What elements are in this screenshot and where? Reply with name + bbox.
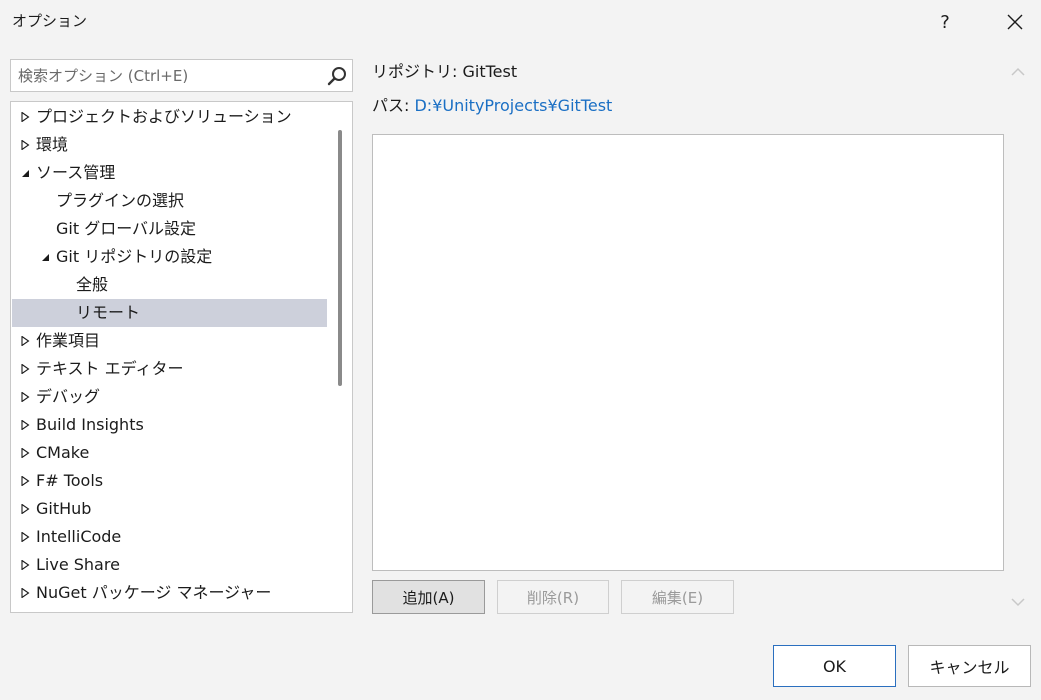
chevron-down-icon[interactable] bbox=[1010, 596, 1026, 608]
tree-item[interactable]: NuGet パッケージ マネージャー bbox=[12, 579, 327, 607]
tree-item-label: プロジェクトおよびソリューション bbox=[36, 107, 292, 126]
remote-list[interactable] bbox=[372, 134, 1004, 571]
tree-item-label: デバッグ bbox=[36, 387, 101, 406]
triangle-right-outline-icon[interactable] bbox=[20, 448, 30, 458]
tree-item[interactable]: GitHub bbox=[12, 495, 327, 523]
tree-scrollbar-thumb[interactable] bbox=[338, 130, 342, 386]
tree-item[interactable]: IntelliCode bbox=[12, 523, 327, 551]
search-box bbox=[10, 59, 353, 92]
window-title: オプション bbox=[12, 12, 88, 30]
triangle-right-outline-icon[interactable] bbox=[20, 140, 30, 150]
path-link[interactable]: D:¥UnityProjects¥GitTest bbox=[414, 96, 612, 115]
tree-item-label: Git リポジトリの設定 bbox=[56, 247, 213, 266]
edit-button[interactable]: 編集(E) bbox=[621, 580, 734, 614]
tree-item[interactable]: ソース管理 bbox=[12, 159, 327, 187]
tree-item[interactable]: プロジェクトおよびソリューション bbox=[12, 103, 327, 131]
tree-item-label: F# Tools bbox=[36, 471, 104, 490]
triangle-right-outline-icon[interactable] bbox=[20, 560, 30, 570]
search-input[interactable] bbox=[11, 60, 321, 91]
triangle-right-outline-icon[interactable] bbox=[20, 364, 30, 374]
triangle-right-outline-icon[interactable] bbox=[20, 476, 30, 486]
path-label: パス: bbox=[372, 96, 415, 115]
tree-item[interactable]: Live Share bbox=[12, 551, 327, 579]
tree-item[interactable]: 作業項目 bbox=[12, 327, 327, 355]
tree-item-label: リモート bbox=[76, 303, 141, 322]
triangle-right-outline-icon[interactable] bbox=[20, 420, 30, 430]
triangle-right-outline-icon[interactable] bbox=[20, 504, 30, 514]
tree-item-label: IntelliCode bbox=[36, 527, 122, 546]
tree-item-label: Build Insights bbox=[36, 415, 144, 434]
delete-button[interactable]: 削除(R) bbox=[497, 580, 609, 614]
tree-item-label: CMake bbox=[36, 443, 90, 462]
tree-item[interactable]: テキスト エディター bbox=[12, 355, 327, 383]
triangle-right-outline-icon[interactable] bbox=[20, 336, 30, 346]
triangle-right-outline-icon[interactable] bbox=[20, 112, 30, 122]
tree-item[interactable]: デバッグ bbox=[12, 383, 327, 411]
tree-item-label: 作業項目 bbox=[36, 331, 101, 350]
tree-item-label: テキスト エディター bbox=[36, 359, 184, 378]
tree-item-label: 環境 bbox=[36, 135, 69, 154]
close-icon bbox=[1007, 14, 1023, 30]
tree-item[interactable]: F# Tools bbox=[12, 467, 327, 495]
tree-item[interactable]: リモート bbox=[12, 299, 327, 327]
tree-item[interactable]: 環境 bbox=[12, 131, 327, 159]
tree-item[interactable]: プラグインの選択 bbox=[12, 187, 327, 215]
options-tree: プロジェクトおよびソリューション 環境ソース管理プラグインの選択 Git グローバル… bbox=[10, 101, 353, 613]
add-button[interactable]: 追加(A) bbox=[372, 580, 485, 614]
tree-item-label: ソース管理 bbox=[36, 163, 116, 182]
tree-item-label: プラグインの選択 bbox=[56, 191, 185, 210]
search-icon[interactable] bbox=[326, 66, 348, 86]
tree-item-label: GitHub bbox=[36, 499, 92, 518]
triangle-down-filled-icon[interactable] bbox=[20, 168, 30, 178]
help-button[interactable]: ? bbox=[925, 6, 965, 38]
tree-item[interactable]: CMake bbox=[12, 439, 327, 467]
tree-item-label: Git グローバル設定 bbox=[56, 219, 197, 238]
tree-item-label: 全般 bbox=[76, 275, 109, 294]
path-line: パス: D:¥UnityProjects¥GitTest bbox=[372, 94, 612, 118]
triangle-right-outline-icon[interactable] bbox=[20, 392, 30, 402]
ok-button[interactable]: OK bbox=[773, 645, 896, 687]
repository-line: リポジトリ: GitTest bbox=[372, 60, 517, 84]
tree-item-label: NuGet パッケージ マネージャー bbox=[36, 583, 272, 602]
triangle-right-outline-icon[interactable] bbox=[20, 532, 30, 542]
tree-item-label: Live Share bbox=[36, 555, 120, 574]
chevron-up-icon[interactable] bbox=[1010, 66, 1026, 78]
cancel-button[interactable]: キャンセル bbox=[908, 645, 1031, 687]
repository-name: GitTest bbox=[462, 62, 518, 81]
tree-item[interactable]: Git グローバル設定 bbox=[12, 215, 327, 243]
repository-label: リポジトリ: bbox=[372, 62, 463, 81]
tree-item[interactable]: Git リポジトリの設定 bbox=[12, 243, 327, 271]
triangle-down-filled-icon[interactable] bbox=[40, 252, 50, 262]
triangle-right-outline-icon[interactable] bbox=[20, 588, 30, 598]
tree-item[interactable]: Build Insights bbox=[12, 411, 327, 439]
close-button[interactable] bbox=[995, 6, 1035, 38]
tree-item[interactable]: 全般 bbox=[12, 271, 327, 299]
